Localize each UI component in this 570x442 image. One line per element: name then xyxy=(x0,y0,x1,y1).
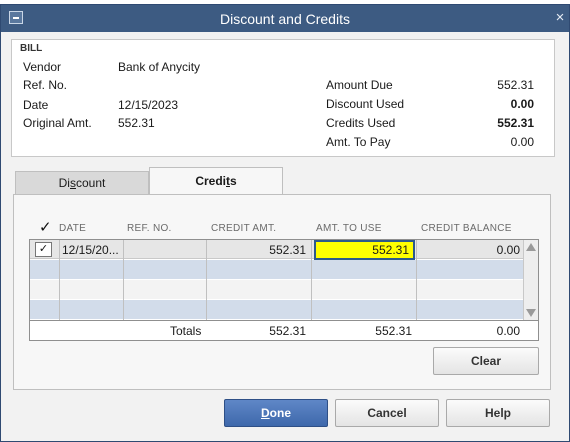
total-credit-amt: 552.31 xyxy=(269,324,306,338)
close-icon[interactable]: × xyxy=(553,9,567,27)
tab-credits-label-start: Credi xyxy=(195,174,226,188)
row-checkbox[interactable]: ✓ xyxy=(35,242,52,257)
totals-row: Totals 552.31 552.31 0.00 xyxy=(29,321,539,341)
tab-discount[interactable]: Discount xyxy=(15,171,149,195)
row-credit-amt: 552.31 xyxy=(269,243,306,257)
discount-credits-dialog: Discount and Credits × BILL Vendor Bank … xyxy=(0,4,570,442)
col-header-ref-no[interactable]: REF. NO. xyxy=(127,223,172,234)
tab-credits[interactable]: Credits xyxy=(149,167,283,195)
original-amt-value: 552.31 xyxy=(118,116,155,130)
table-row xyxy=(30,260,523,279)
tab-credits-label-end: s xyxy=(230,174,237,188)
done-mnemonic: D xyxy=(260,406,270,420)
amount-due-value: 552.31 xyxy=(497,78,534,92)
grid-body: ✓ 12/15/20... 552.31 552.31 0.00 xyxy=(29,239,539,321)
amt-to-pay-value: 0.00 xyxy=(510,135,534,149)
clear-button[interactable]: Clear xyxy=(433,347,539,375)
done-button[interactable]: Done xyxy=(224,399,328,427)
scroll-up-icon[interactable] xyxy=(526,243,536,251)
tab-discount-label-end: count xyxy=(75,176,106,190)
vendor-label: Vendor xyxy=(23,60,62,74)
row-credit-balance: 0.00 xyxy=(496,243,520,257)
table-row xyxy=(30,280,523,299)
col-header-amt-to-use[interactable]: AMT. TO USE xyxy=(316,223,382,234)
credits-used-value: 552.31 xyxy=(497,116,534,130)
bill-header: BILL xyxy=(20,43,43,54)
totals-label: Totals xyxy=(170,324,202,338)
table-row[interactable]: ✓ 12/15/20... 552.31 552.31 0.00 xyxy=(30,240,523,260)
window-title: Discount and Credits xyxy=(220,11,350,27)
column-divider xyxy=(311,240,312,320)
date-value: 12/15/2023 xyxy=(118,98,179,112)
done-label: one xyxy=(269,406,291,420)
table-row xyxy=(30,300,523,319)
column-divider xyxy=(123,240,124,320)
check-column-header[interactable]: ✓ xyxy=(39,218,52,236)
grid-header: ✓ DATE REF. NO. CREDIT AMT. AMT. TO USE … xyxy=(29,216,539,238)
col-header-credit-amt[interactable]: CREDIT AMT. xyxy=(211,223,276,234)
scroll-down-icon[interactable] xyxy=(526,309,536,317)
bill-summary-box: BILL Vendor Bank of Anycity Ref. No. Dat… xyxy=(11,39,555,157)
ref-no-label: Ref. No. xyxy=(23,78,68,92)
amt-to-pay-label: Amt. To Pay xyxy=(326,135,391,149)
grid-scrollbar[interactable] xyxy=(523,240,538,320)
help-button[interactable]: Help xyxy=(446,399,550,427)
total-credit-balance: 0.00 xyxy=(496,324,520,338)
amount-due-label: Amount Due xyxy=(326,78,393,92)
credits-used-label: Credits Used xyxy=(326,116,396,130)
col-header-date[interactable]: DATE xyxy=(59,223,86,234)
column-divider xyxy=(416,240,417,320)
cancel-button[interactable]: Cancel xyxy=(335,399,439,427)
date-label: Date xyxy=(23,98,49,112)
col-header-credit-balance[interactable]: CREDIT BALANCE xyxy=(421,223,512,234)
vendor-value: Bank of Anycity xyxy=(118,60,201,74)
title-bar: Discount and Credits × xyxy=(1,5,569,32)
column-divider xyxy=(59,240,60,320)
original-amt-label: Original Amt. xyxy=(23,116,92,130)
total-amt-to-use: 552.31 xyxy=(375,324,412,338)
row-date: 12/15/20... xyxy=(62,243,119,257)
tab-discount-label-start: Di xyxy=(58,176,70,190)
discount-used-value: 0.00 xyxy=(510,97,534,111)
column-divider xyxy=(206,240,207,320)
discount-used-label: Discount Used xyxy=(326,97,405,111)
row-amt-to-use-input[interactable]: 552.31 xyxy=(314,240,415,260)
